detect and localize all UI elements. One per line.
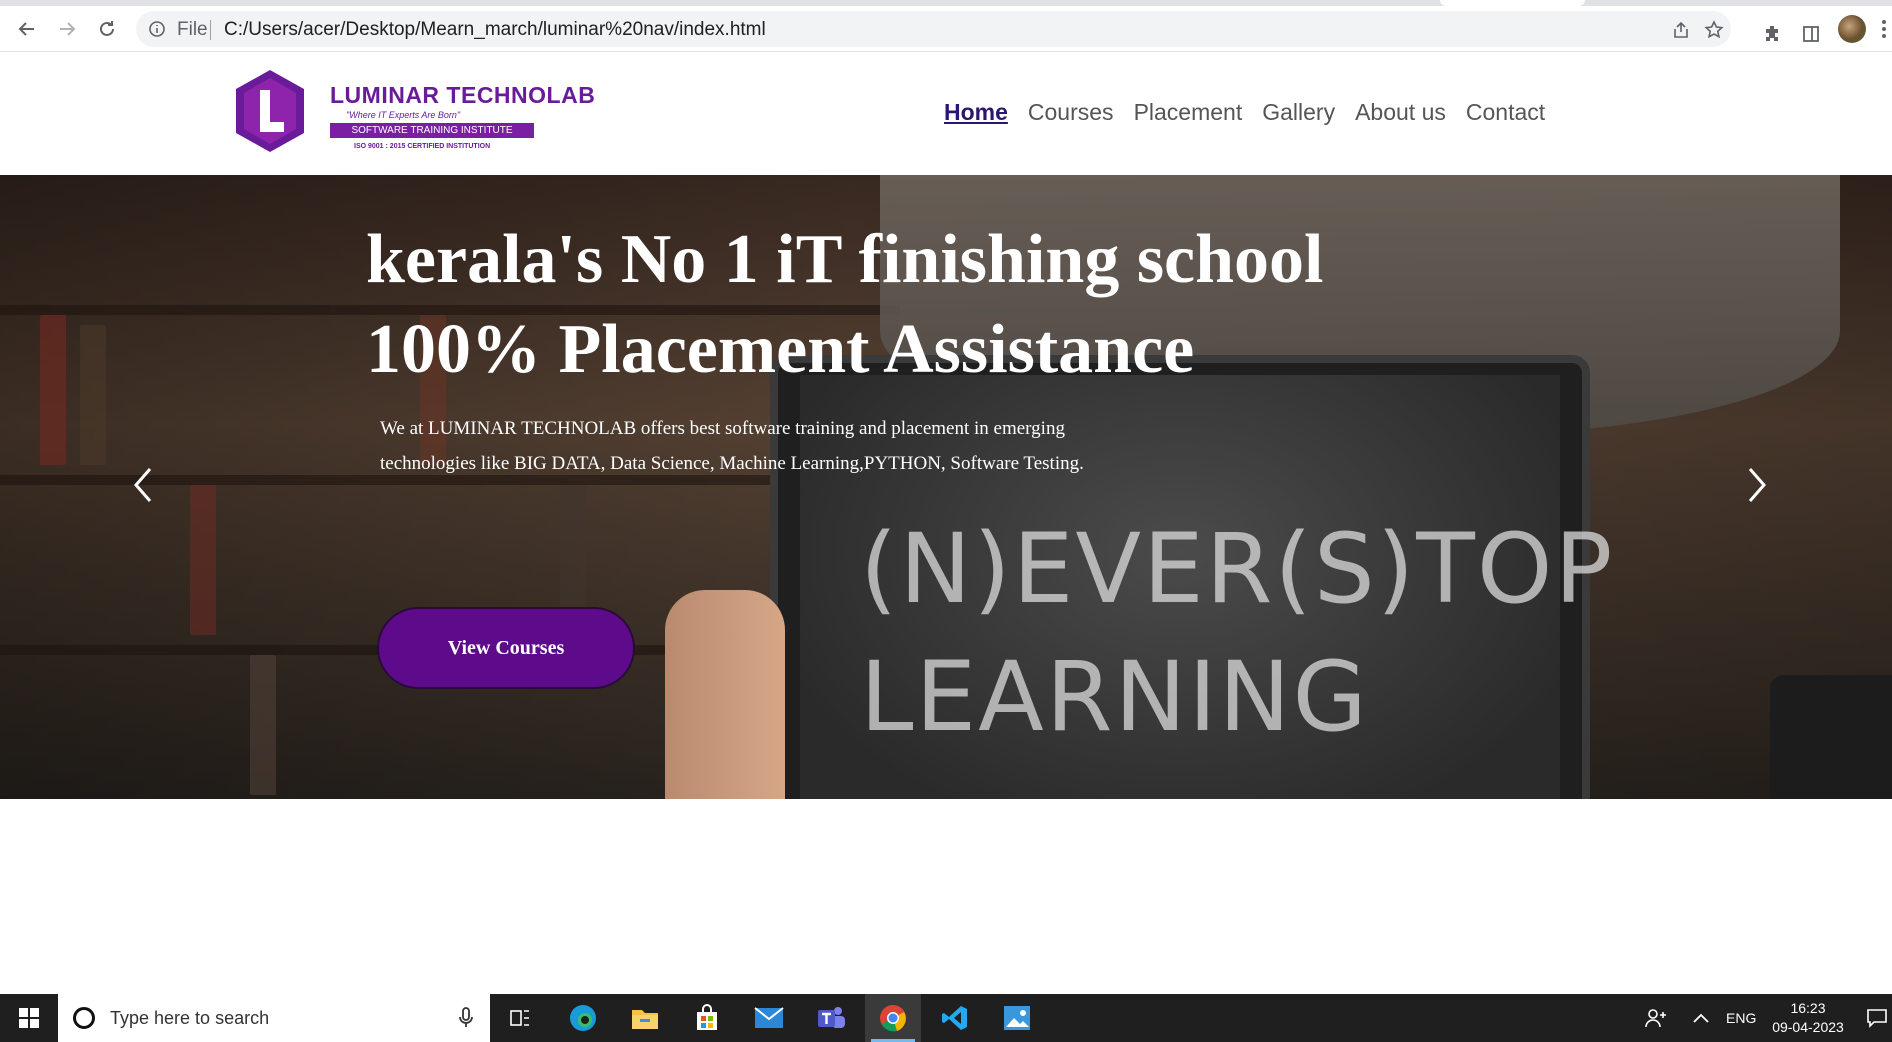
start-button[interactable] (0, 994, 58, 1042)
clock-time: 16:23 (1790, 1000, 1826, 1016)
carousel-prev-icon[interactable] (128, 465, 158, 505)
search-placeholder: Type here to search (110, 1008, 270, 1028)
share-icon[interactable] (1671, 20, 1691, 40)
hero-title-line2: 100% Placement Assistance (366, 311, 1195, 388)
hero-carousel: (N)EVER(S)TOP LEARNING kerala's No 1 iT … (0, 175, 1892, 799)
nav-about-us[interactable]: About us (1355, 99, 1446, 126)
logo-iso-text: ISO 9001 : 2015 CERTIFIED INSTITUTION (354, 143, 491, 150)
clock-date: 09-04-2023 (1772, 1019, 1844, 1035)
divider (210, 20, 211, 40)
logo-name: LUMINAR TECHNOLAB (330, 82, 596, 108)
url-text[interactable]: C:/Users/acer/Desktop/Mearn_march/lumina… (224, 19, 766, 41)
hero-title: kerala's No 1 iT finishing school 100% P… (366, 215, 1324, 395)
bookmark-star-icon[interactable] (1704, 20, 1724, 40)
language-indicator[interactable]: ENG (1726, 994, 1756, 1042)
taskbar-search[interactable]: Type here to search (58, 994, 490, 1042)
view-courses-button[interactable]: View Courses (377, 607, 635, 689)
photos-icon[interactable] (989, 994, 1045, 1042)
extensions-icon[interactable] (1762, 24, 1782, 44)
back-icon[interactable] (12, 14, 42, 44)
language-text: ENG (1726, 1010, 1757, 1026)
main-nav: Home Courses Placement Gallery About us … (944, 99, 1565, 126)
microphone-icon[interactable] (456, 1006, 476, 1030)
people-icon[interactable] (1645, 994, 1667, 1042)
menu-icon[interactable] (1882, 20, 1886, 38)
reload-icon[interactable] (92, 14, 122, 44)
logo-hexagon-icon (236, 70, 304, 152)
profile-avatar[interactable] (1838, 15, 1866, 43)
page-viewport: LUMINAR TECHNOLAB "Where IT Experts Are … (0, 52, 1892, 974)
nav-courses[interactable]: Courses (1028, 99, 1114, 126)
nav-home[interactable]: Home (944, 99, 1008, 126)
logo-subtitle-bar: SOFTWARE TRAINING INSTITUTE (330, 123, 534, 138)
microsoft-store-icon[interactable] (679, 994, 735, 1042)
chevron-up-icon[interactable] (1692, 994, 1710, 1042)
task-view-icon[interactable] (492, 994, 548, 1042)
mail-icon[interactable] (741, 994, 797, 1042)
notifications-icon[interactable] (1866, 994, 1888, 1042)
cortana-icon (73, 1007, 95, 1029)
browser-toolbar: File C:/Users/acer/Desktop/Mearn_march/l… (0, 6, 1892, 52)
luminar-logo[interactable]: LUMINAR TECHNOLAB "Where IT Experts Are … (234, 68, 595, 158)
nav-placement[interactable]: Placement (1134, 99, 1243, 126)
side-panel-icon[interactable] (1801, 24, 1821, 44)
carousel-next-icon[interactable] (1742, 465, 1772, 505)
windows-taskbar: Type here to search ENG 16:23 09-04-2023 (0, 994, 1892, 1042)
file-explorer-icon[interactable] (617, 994, 673, 1042)
hero-title-line1: kerala's No 1 iT finishing school (366, 221, 1324, 298)
logo-tagline: "Where IT Experts Are Born" (346, 110, 461, 120)
site-navbar: LUMINAR TECHNOLAB "Where IT Experts Are … (0, 52, 1892, 175)
hero-description: We at LUMINAR TECHNOLAB offers best soft… (380, 418, 1084, 474)
address-bar[interactable]: File C:/Users/acer/Desktop/Mearn_march/l… (136, 11, 1731, 47)
chrome-icon[interactable] (865, 994, 921, 1042)
teams-icon[interactable] (803, 994, 859, 1042)
nav-gallery[interactable]: Gallery (1262, 99, 1335, 126)
chalkboard-text: (N)EVER(S)TOP LEARNING (860, 513, 1615, 753)
edge-icon[interactable] (555, 994, 611, 1042)
windows-logo-icon (19, 1008, 39, 1028)
scheme-label: File (177, 19, 208, 40)
nav-contact[interactable]: Contact (1466, 99, 1545, 126)
system-clock[interactable]: 16:23 09-04-2023 (1768, 999, 1848, 1037)
vscode-icon[interactable] (927, 994, 983, 1042)
info-icon[interactable] (148, 20, 166, 38)
forward-icon[interactable] (52, 14, 82, 44)
